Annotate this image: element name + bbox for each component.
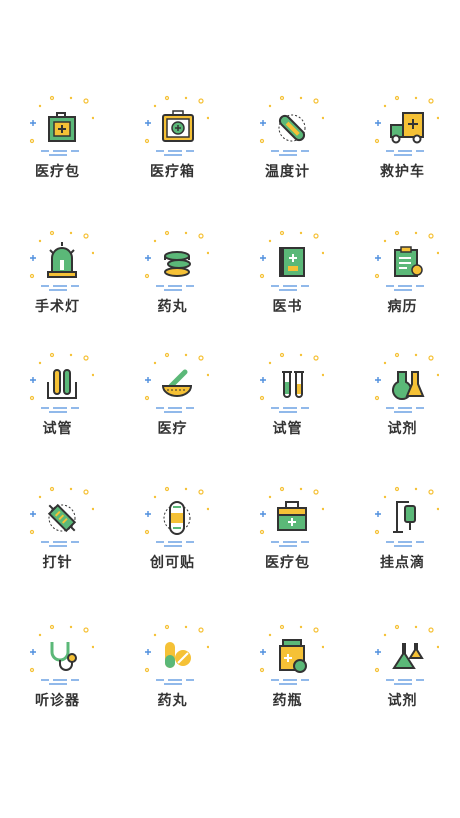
- first-aid-kit-icon: [29, 95, 94, 156]
- thermometer-icon: [259, 95, 324, 156]
- icon-card-ambulance[interactable]: 救护车: [345, 95, 460, 205]
- icon-label: 温度计: [265, 163, 310, 179]
- icon-label: 医疗箱: [150, 163, 195, 179]
- icon-card-bandage[interactable]: 创可贴: [115, 486, 230, 596]
- icon-label: 医疗包: [35, 163, 80, 179]
- icon-label: 药丸: [157, 692, 188, 708]
- icon-card-test-tubes[interactable]: 试管: [230, 352, 345, 462]
- iv-drip-icon: [374, 486, 439, 547]
- syringe-icon: [29, 486, 94, 547]
- icon-card-flasks[interactable]: 试剂: [345, 352, 460, 462]
- medicine-bottle-icon: [259, 624, 324, 685]
- icon-card-thermometer[interactable]: 温度计: [230, 95, 345, 205]
- icon-card-stethoscope[interactable]: 听诊器: [0, 624, 115, 734]
- icon-card-pill-stack[interactable]: 药丸: [115, 230, 230, 340]
- icon-card-surgical-lamp[interactable]: 手术灯: [0, 230, 115, 340]
- icon-label: 医疗包: [265, 554, 310, 570]
- ambulance-icon: [374, 95, 439, 156]
- icon-label: 药丸: [157, 298, 188, 314]
- icon-card-medical-bag[interactable]: 医疗包: [230, 486, 345, 596]
- test-tubes-icon: [259, 352, 324, 413]
- stethoscope-icon: [29, 624, 94, 685]
- icon-label: 医疗: [157, 420, 188, 436]
- icon-label: 试管: [42, 420, 73, 436]
- icon-label: 试管: [272, 420, 303, 436]
- icon-card-test-tube-rack[interactable]: 试管: [0, 352, 115, 462]
- icon-grid: 医疗包 医疗箱 温度计 救护车 手术灯 药丸 医书 病历 试管 医疗 试管 试剂…: [0, 0, 460, 818]
- icon-card-medical-box[interactable]: 医疗箱: [115, 95, 230, 205]
- icon-label: 挂点滴: [380, 554, 425, 570]
- medical-box-icon: [144, 95, 209, 156]
- icon-label: 试剂: [387, 692, 418, 708]
- icon-card-medical-book[interactable]: 医书: [230, 230, 345, 340]
- medical-bag-icon: [259, 486, 324, 547]
- icon-card-capsule[interactable]: 药丸: [115, 624, 230, 734]
- test-tube-rack-icon: [29, 352, 94, 413]
- icon-label: 听诊器: [35, 692, 80, 708]
- icon-card-mortar-pestle[interactable]: 医疗: [115, 352, 230, 462]
- medical-book-icon: [259, 230, 324, 291]
- icon-label: 试剂: [387, 420, 418, 436]
- flasks-icon: [374, 352, 439, 413]
- icon-label: 药瓶: [272, 692, 303, 708]
- pill-stack-icon: [144, 230, 209, 291]
- icon-card-syringe[interactable]: 打针: [0, 486, 115, 596]
- mortar-pestle-icon: [144, 352, 209, 413]
- icon-card-medical-record[interactable]: 病历: [345, 230, 460, 340]
- icon-label: 救护车: [380, 163, 425, 179]
- icon-label: 手术灯: [35, 298, 80, 314]
- bandage-icon: [144, 486, 209, 547]
- icon-card-medicine-bottle[interactable]: 药瓶: [230, 624, 345, 734]
- capsule-icon: [144, 624, 209, 685]
- surgical-lamp-icon: [29, 230, 94, 291]
- reagent-flask-icon: [374, 624, 439, 685]
- icon-label: 打针: [42, 554, 73, 570]
- icon-label: 创可贴: [150, 554, 195, 570]
- icon-card-iv-drip[interactable]: 挂点滴: [345, 486, 460, 596]
- icon-label: 病历: [387, 298, 418, 314]
- medical-record-icon: [374, 230, 439, 291]
- icon-label: 医书: [272, 298, 303, 314]
- icon-card-first-aid-kit[interactable]: 医疗包: [0, 95, 115, 205]
- icon-card-reagent-flask[interactable]: 试剂: [345, 624, 460, 734]
